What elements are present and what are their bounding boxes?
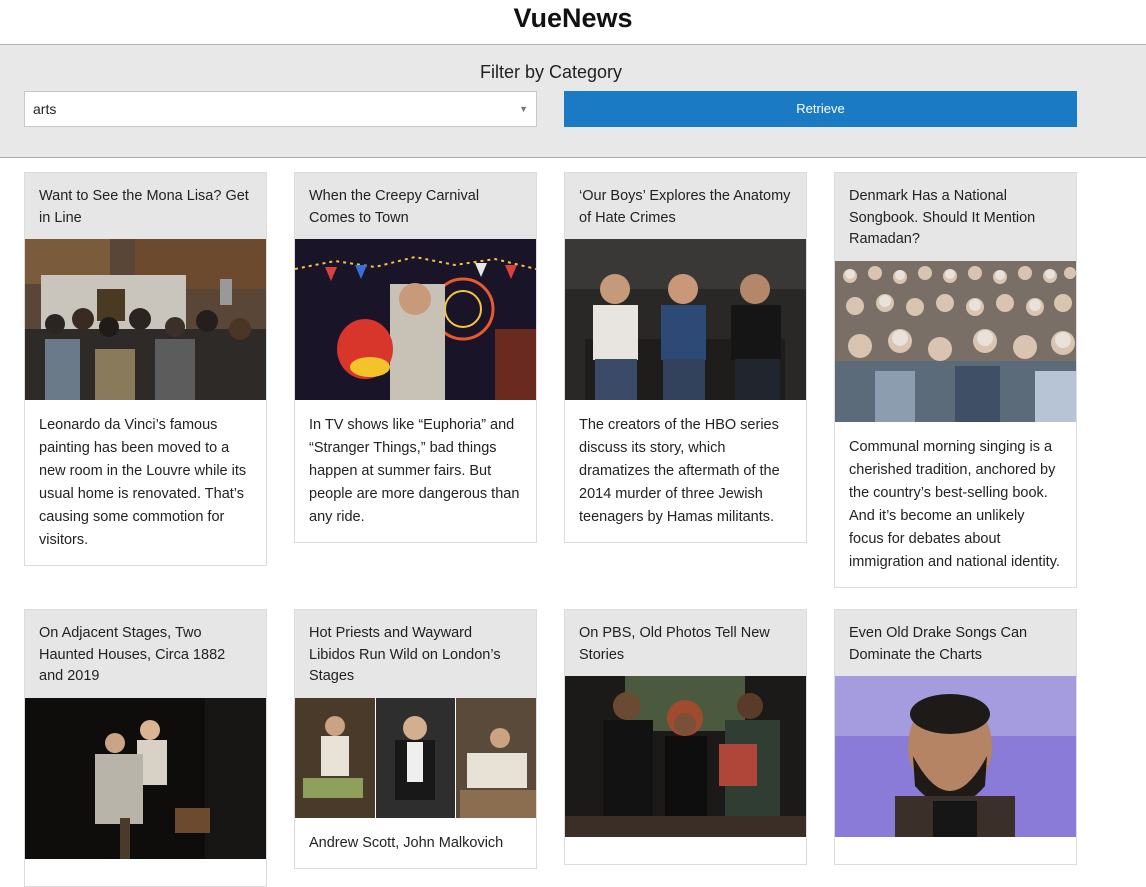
article-title[interactable]: Denmark Has a National Songbook. Should … [835, 173, 1076, 262]
app-header: VueNews [0, 0, 1146, 45]
article-abstract: Andrew Scott, John Malkovich [309, 835, 504, 852]
retrieve-button[interactable]: Retrieve [564, 91, 1077, 127]
article-card[interactable]: When the Creepy Carnival Comes to Town I… [294, 172, 537, 544]
article-image [25, 239, 266, 401]
article-abstract: Leonardo da Vinci’s famous painting has … [39, 417, 247, 549]
article-title[interactable]: On Adjacent Stages, Two Haunted Houses, … [25, 610, 266, 699]
article-title[interactable]: When the Creepy Carnival Comes to Town [295, 173, 536, 240]
category-select-value: arts [33, 101, 57, 117]
article-title[interactable]: Hot Priests and Wayward Libidos Run Wild… [295, 610, 536, 699]
article-card[interactable]: On PBS, Old Photos Tell New Stories [564, 609, 807, 866]
article-abstract: The creators of the HBO series discuss i… [579, 417, 780, 526]
article-image [565, 239, 806, 401]
article-title[interactable]: On PBS, Old Photos Tell New Stories [565, 610, 806, 677]
article-abstract: In TV shows like “Euphoria” and “Strange… [309, 417, 520, 526]
article-image [835, 676, 1076, 838]
category-select[interactable]: arts ▼ [24, 91, 537, 127]
article-image [835, 261, 1076, 423]
article-title[interactable]: Even Old Drake Songs Can Dominate the Ch… [835, 610, 1076, 677]
article-card[interactable]: Even Old Drake Songs Can Dominate the Ch… [834, 609, 1077, 866]
article-card[interactable]: Want to See the Mona Lisa? Get in Line L… [24, 172, 267, 567]
filter-label: Filter by Category [479, 62, 623, 82]
dropdown-arrow-icon: ▼ [519, 104, 528, 114]
article-grid: Want to See the Mona Lisa? Get in Line L… [0, 158, 1146, 887]
article-image [295, 698, 536, 819]
article-image [25, 698, 266, 860]
article-title[interactable]: Want to See the Mona Lisa? Get in Line [25, 173, 266, 240]
article-abstract: Communal morning singing is a cherished … [849, 439, 1060, 571]
article-abstract [835, 837, 1076, 864]
article-card[interactable]: Denmark Has a National Songbook. Should … [834, 172, 1077, 589]
article-abstract [565, 837, 806, 864]
app-title: VueNews [513, 3, 633, 33]
article-card[interactable]: ‘Our Boys’ Explores the Anatomy of Hate … [564, 172, 807, 544]
article-image [565, 676, 806, 838]
article-card[interactable]: Hot Priests and Wayward Libidos Run Wild… [294, 609, 537, 870]
article-title[interactable]: ‘Our Boys’ Explores the Anatomy of Hate … [565, 173, 806, 240]
article-card[interactable]: On Adjacent Stages, Two Haunted Houses, … [24, 609, 267, 887]
filter-bar: Filter by Category arts ▼ Retrieve [0, 45, 1146, 158]
article-abstract [25, 859, 266, 886]
article-image [295, 239, 536, 401]
